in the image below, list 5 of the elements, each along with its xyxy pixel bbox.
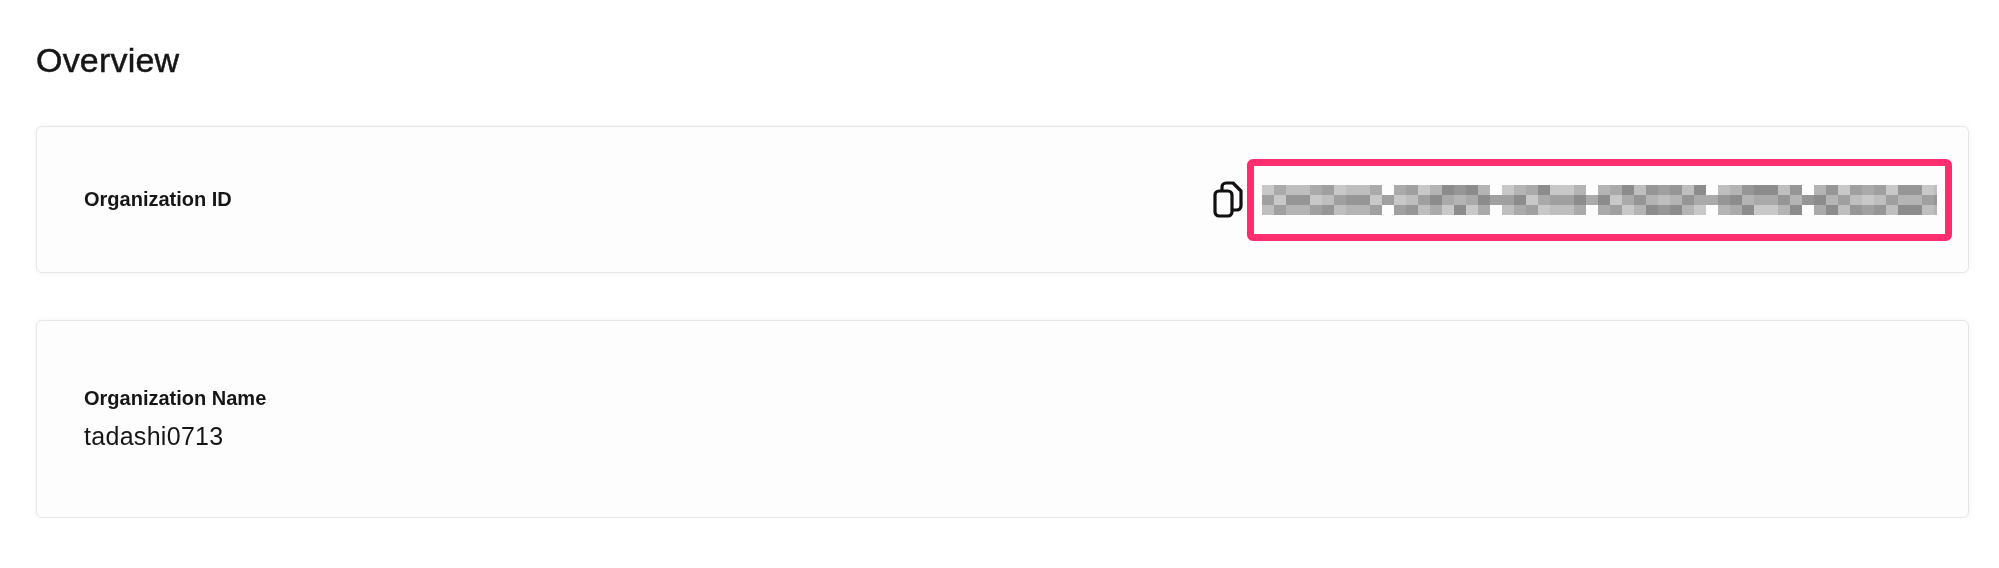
field-label: Organization ID [84, 188, 232, 211]
copy-icon[interactable] [1213, 180, 1243, 219]
field-label: Organization Name [84, 387, 267, 410]
field-value: tadashi0713 [84, 422, 224, 451]
page-title: Overview [36, 40, 181, 80]
